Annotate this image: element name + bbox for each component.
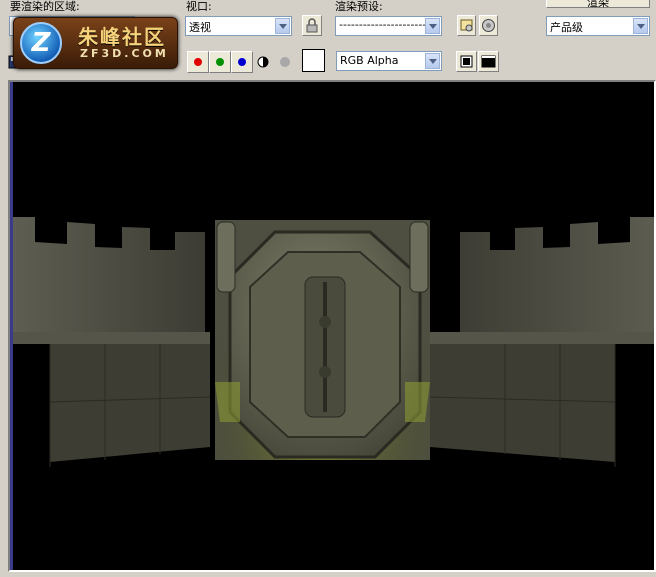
lock-icon (306, 18, 318, 33)
right-wall (429, 217, 654, 467)
monochrome-icon[interactable] (278, 55, 292, 69)
area-to-render-label: 要渲染的区域: (10, 0, 80, 13)
viewport-label: 视口: (186, 0, 212, 13)
render-quality-value: 产品级 (550, 21, 583, 34)
render-preset-dropdown[interactable]: ------------------------- (335, 16, 442, 36)
render-quality-dropdown[interactable]: 产品级 (546, 16, 650, 36)
overlay-icon (460, 55, 473, 68)
blue-dot-icon (238, 58, 246, 66)
rendered-image (10, 82, 654, 570)
environment-button[interactable] (479, 15, 498, 36)
teapot-icon (482, 19, 495, 32)
left-wall (10, 217, 211, 467)
viewport-dropdown[interactable]: 透视 (185, 16, 292, 36)
chevron-down-icon[interactable] (425, 53, 440, 69)
logo-emblem: Z (20, 22, 62, 64)
render-button-label: 渲染 (587, 0, 609, 9)
render-button[interactable]: 渲染 (546, 0, 650, 9)
chevron-down-icon[interactable] (275, 18, 290, 34)
display-channel-dropdown[interactable]: RGB Alpha (336, 51, 442, 71)
green-channel-button[interactable] (209, 51, 231, 73)
render-setup-icon (460, 19, 473, 32)
zf3d-logo: Z 朱峰社区 ZF3D.COM (13, 17, 178, 69)
logo-title: 朱峰社区 (78, 25, 166, 49)
render-setup-button[interactable] (457, 15, 476, 36)
blue-channel-button[interactable] (231, 51, 253, 73)
toggle-ui-overlay-button[interactable] (456, 51, 477, 72)
logo-subtitle: ZF3D.COM (80, 47, 169, 60)
render-viewport[interactable] (8, 80, 656, 572)
shield-door (215, 220, 430, 460)
chevron-down-icon[interactable] (633, 18, 648, 34)
viewport-value: 透视 (189, 21, 211, 34)
alpha-channel-icon[interactable] (256, 55, 270, 69)
red-dot-icon (194, 58, 202, 66)
lock-viewport-button[interactable] (302, 15, 322, 36)
chevron-down-icon[interactable] (425, 18, 440, 34)
red-channel-button[interactable] (187, 51, 209, 73)
display-channel-value: RGB Alpha (340, 54, 399, 67)
window-icon (481, 55, 496, 68)
green-dot-icon (216, 58, 224, 66)
toggle-ui-button[interactable] (478, 51, 499, 72)
color-swatch[interactable] (302, 49, 325, 72)
render-preset-value: ------------------------- (339, 18, 439, 31)
logo-letter: Z (31, 28, 51, 58)
render-preset-label: 渲染预设: (335, 0, 383, 13)
